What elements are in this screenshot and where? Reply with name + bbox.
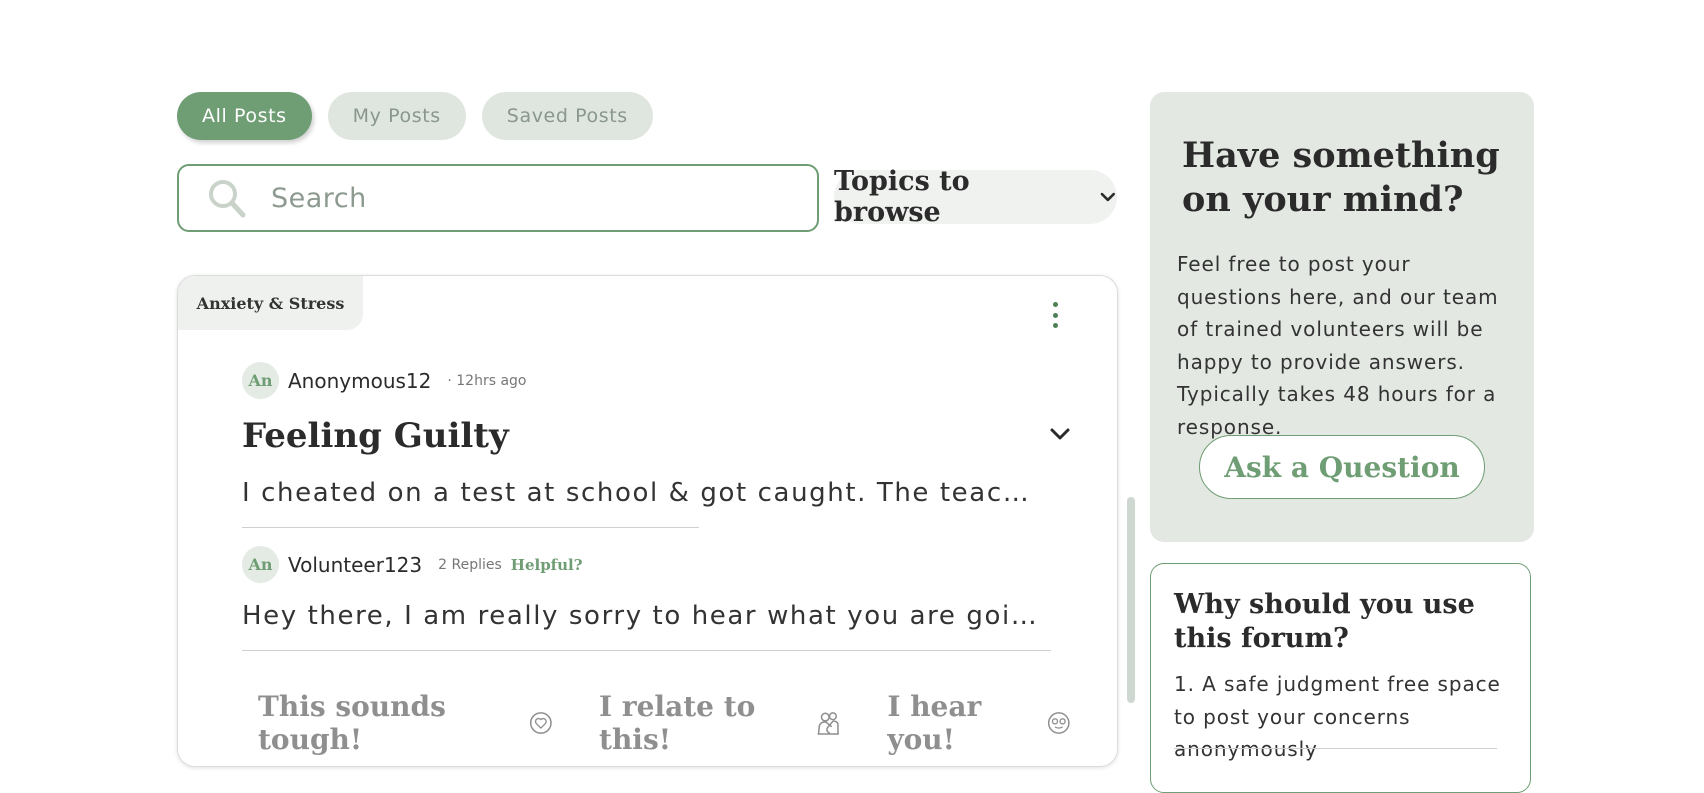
reaction-label: I hear you! [887, 690, 982, 756]
search-icon [209, 180, 246, 218]
avatar: An [242, 546, 279, 583]
post-card: Anxiety & Stress An Anonymous12 · 12hrs … [177, 275, 1118, 767]
ask-question-button[interactable]: Ask a Question [1199, 435, 1485, 499]
scrollbar[interactable] [1127, 497, 1135, 703]
ask-panel-text: Feel free to post your questions here, a… [1177, 252, 1499, 439]
heart-icon [530, 712, 553, 734]
reaction-relate[interactable]: I relate to this! [599, 690, 841, 756]
reaction-label: This sounds tough! [258, 690, 446, 756]
post-time: · 12hrs ago [447, 372, 527, 389]
ask-panel-title: Have something on your mind? [1182, 135, 1500, 220]
reply-author: An Volunteer123 2 Replies Helpful? [242, 546, 583, 583]
post-body: I cheated on a test at school & got caug… [242, 478, 1042, 508]
why-panel-title: Why should you use this forum? [1174, 589, 1475, 654]
reactions-bar: This sounds tough! I relate to this! I h… [258, 690, 1117, 756]
reaction-label: I relate to this! [599, 690, 756, 756]
reaction-hear-you[interactable]: I hear you! [887, 690, 1071, 756]
post-title: Feeling Guilty [242, 416, 509, 456]
why-forum-panel: Why should you use this forum? 1. A safe… [1150, 563, 1531, 793]
tab-my-posts[interactable]: My Posts [327, 92, 466, 140]
helpful-link[interactable]: Helpful? [511, 556, 583, 574]
chevron-down-icon [1100, 192, 1116, 202]
reply-body: Hey there, I am really sorry to hear wha… [242, 601, 1042, 631]
ask-question-panel: Have something on your mind? Feel free t… [1150, 92, 1534, 542]
divider [242, 650, 1051, 651]
post-filter-tabs: All Posts My Posts Saved Posts [177, 92, 653, 140]
more-options-icon[interactable] [1050, 302, 1060, 332]
topics-dropdown[interactable]: Topics to browse [834, 166, 1117, 228]
search-input[interactable] [269, 181, 793, 215]
reaction-sounds-tough[interactable]: This sounds tough! [258, 690, 553, 756]
reply-count[interactable]: 2 Replies [438, 557, 502, 573]
reply-author-name: Volunteer123 [288, 552, 423, 577]
hug-icon [817, 712, 839, 735]
topics-dropdown-label: Topics to browse [834, 166, 970, 228]
tab-all-posts[interactable]: All Posts [177, 92, 312, 140]
face-icon [1048, 712, 1071, 734]
divider [242, 527, 699, 528]
why-point-1: 1. A safe judgment free space to post yo… [1174, 672, 1501, 761]
post-author: An Anonymous12 · 12hrs ago [242, 362, 527, 399]
divider [1174, 748, 1497, 749]
tab-saved-posts[interactable]: Saved Posts [481, 92, 653, 140]
topic-tag: Anxiety & Stress [178, 276, 363, 330]
search-box [177, 164, 819, 232]
avatar: An [242, 362, 279, 399]
author-name: Anonymous12 [288, 368, 432, 393]
expand-chevron-icon[interactable] [1048, 426, 1072, 442]
